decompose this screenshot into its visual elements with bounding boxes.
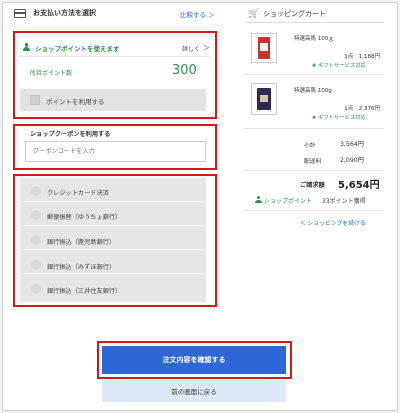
method-label: クレジットカード決済 bbox=[47, 190, 109, 197]
product-name: 特選高馬 100ｇ bbox=[294, 36, 334, 42]
cart-title: ショッピングカート bbox=[263, 10, 326, 18]
subtotal-value: 3,564円 bbox=[340, 141, 364, 148]
divider bbox=[244, 170, 384, 171]
method-label: 銀行振込（みずほ銀行） bbox=[47, 264, 116, 271]
total-value: 5,654円 bbox=[338, 180, 380, 191]
owned-points-value: 300 bbox=[172, 63, 197, 78]
divider bbox=[244, 210, 384, 211]
gift-service-badge: ❀ ギフトサービス対応 bbox=[312, 63, 366, 69]
divider bbox=[244, 74, 384, 75]
total-label: ご請求額 bbox=[300, 182, 325, 189]
points-detail-link[interactable]: 詳しく bbox=[182, 44, 200, 53]
compare-link[interactable]: 比較する ＞ bbox=[180, 9, 215, 19]
coupon-title: ショップクーポンを利用する bbox=[30, 131, 111, 138]
points-title: ショップポイントを使えます bbox=[35, 45, 120, 53]
earn-points-value: 33ポイント獲得 bbox=[322, 198, 366, 205]
product-image bbox=[251, 83, 277, 115]
divider bbox=[244, 128, 384, 129]
confirm-order-button[interactable]: 注文内容を確認する bbox=[102, 346, 286, 374]
use-points-label: ポイントを利用する bbox=[46, 98, 105, 106]
product-name: 特選高馬 100g bbox=[294, 88, 332, 94]
continue-shopping-link[interactable]: ＜ ショッピングを続ける bbox=[300, 218, 366, 227]
cart-icon: 🛒 bbox=[248, 9, 260, 19]
shipping-value: 2,090円 bbox=[340, 157, 364, 164]
shipping-label: 配送料 bbox=[304, 159, 322, 165]
radio-bank-smbc[interactable] bbox=[31, 284, 41, 294]
radio-credit-card[interactable] bbox=[31, 186, 41, 196]
use-points-checkbox[interactable] bbox=[30, 95, 40, 105]
product-image bbox=[251, 33, 277, 63]
method-label: 郵便振替（ゆうちょ銀行） bbox=[47, 214, 122, 221]
product-qty-price: 1点 2,376円 bbox=[344, 106, 380, 112]
back-button[interactable]: 前の画面に戻る bbox=[102, 380, 286, 402]
radio-bank-mizuho[interactable] bbox=[31, 260, 41, 270]
user-icon bbox=[22, 43, 30, 51]
radio-postal-transfer[interactable] bbox=[31, 210, 41, 220]
subtotal-label: 小計 bbox=[304, 143, 316, 149]
method-label: 銀行振込（鹿児島銀行） bbox=[47, 239, 116, 246]
earn-points-label: ショップポイント bbox=[264, 198, 313, 205]
chevron-right-icon: ＞ bbox=[203, 44, 210, 52]
coupon-code-input[interactable] bbox=[25, 141, 206, 162]
user-icon bbox=[255, 196, 262, 203]
method-label: 銀行振込（三井住友銀行） bbox=[47, 288, 122, 295]
payment-title: お支払い方法を選択 bbox=[33, 9, 96, 17]
owned-points-label: 所持ポイント数 bbox=[30, 70, 73, 77]
wallet-icon bbox=[14, 9, 26, 18]
product-qty-price: 1点 1,188円 bbox=[344, 54, 380, 60]
cart-header-divider bbox=[244, 22, 384, 23]
gift-service-badge: ❀ ギフトサービス対応 bbox=[312, 115, 366, 121]
radio-bank-kagoshima[interactable] bbox=[31, 235, 41, 245]
